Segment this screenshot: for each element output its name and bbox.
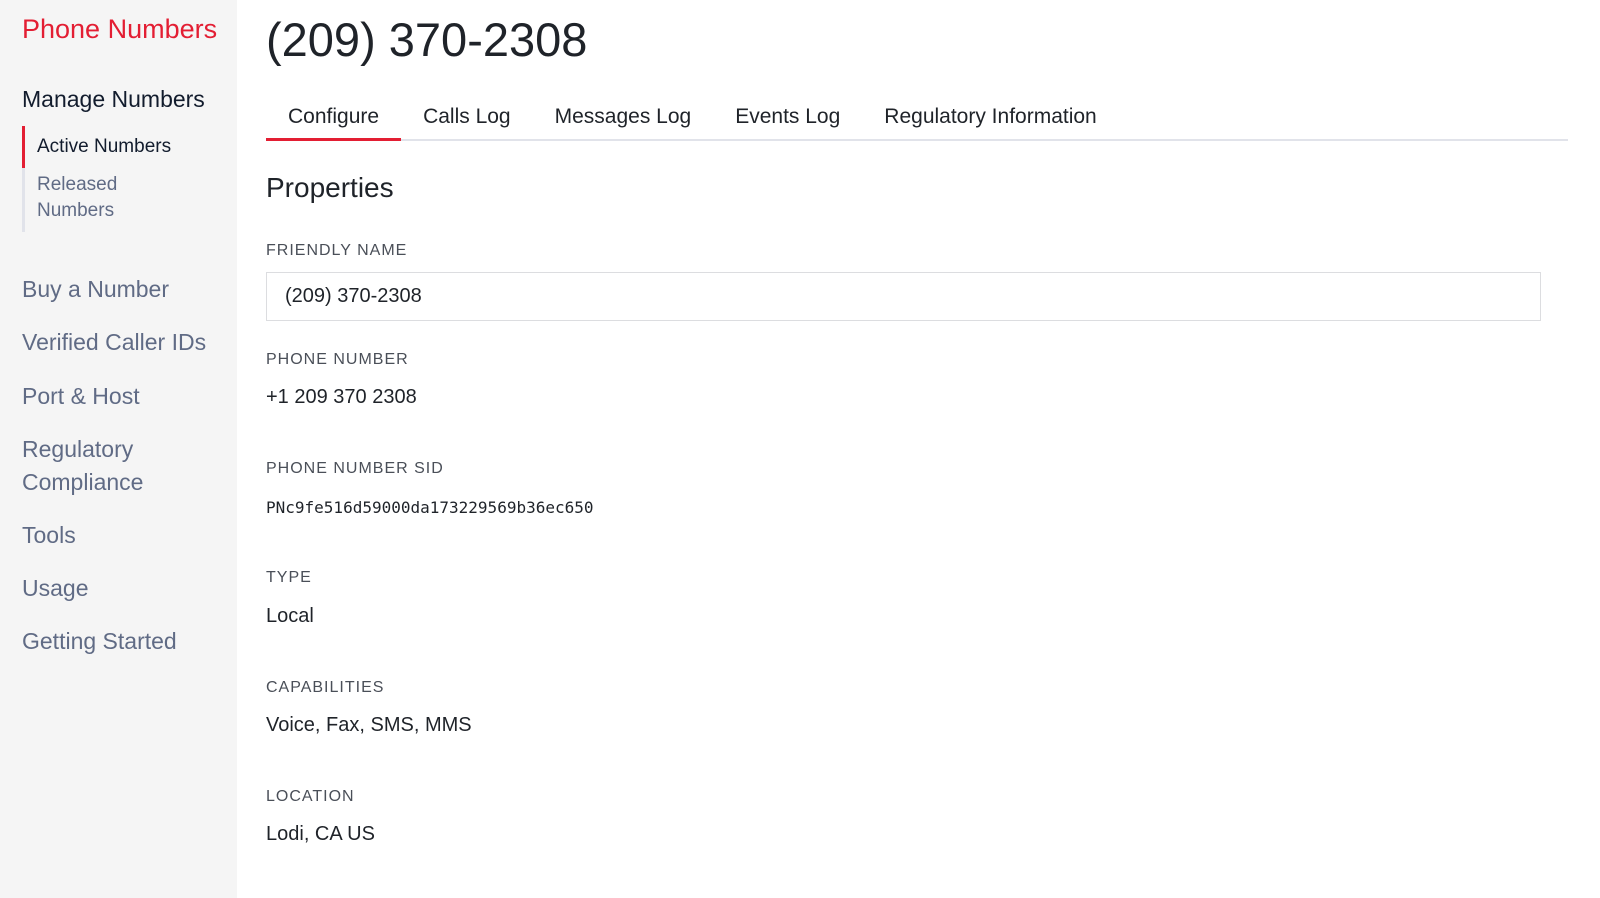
- sidebar-brand[interactable]: Phone Numbers: [22, 14, 217, 45]
- sidebar-item-verified-caller-ids[interactable]: Verified Caller IDs: [22, 326, 206, 359]
- sidebar-item-usage[interactable]: Usage: [22, 572, 88, 605]
- sidebar-section-manage-numbers[interactable]: Manage Numbers: [22, 86, 205, 113]
- type-value: Local: [266, 605, 314, 627]
- friendly-name-input[interactable]: (209) 370-2308: [266, 272, 1541, 321]
- phone-number-value: +1 209 370 2308: [266, 386, 417, 408]
- sidebar-item-buy-a-number[interactable]: Buy a Number: [22, 273, 169, 306]
- sidebar-item-tools[interactable]: Tools: [22, 519, 76, 552]
- tab-configure[interactable]: Configure: [266, 100, 402, 141]
- tab-messages-log[interactable]: Messages Log: [533, 100, 714, 141]
- sid-label: PHONE NUMBER SID: [266, 460, 444, 477]
- phone-number-label: PHONE NUMBER: [266, 351, 409, 368]
- sidebar: Phone Numbers Manage Numbers Active Numb…: [0, 0, 237, 898]
- tab-calls-log[interactable]: Calls Log: [401, 100, 533, 141]
- page-title: (209) 370-2308: [266, 13, 588, 66]
- sidebar-item-port-host[interactable]: Port & Host: [22, 380, 140, 413]
- sidebar-subnav: Active Numbers Released Numbers: [22, 126, 222, 232]
- sidebar-item-released-numbers[interactable]: Released Numbers: [25, 168, 135, 232]
- tab-regulatory-information[interactable]: Regulatory Information: [862, 100, 1118, 141]
- sidebar-item-regulatory-compliance[interactable]: Regulatory Compliance: [22, 433, 182, 499]
- sid-value: PNc9fe516d59000da173229569b36ec650: [266, 498, 594, 517]
- type-label: TYPE: [266, 569, 312, 586]
- section-heading: Properties: [266, 172, 394, 203]
- location-label: LOCATION: [266, 788, 355, 805]
- location-value: Lodi, CA US: [266, 823, 375, 845]
- capabilities-label: CAPABILITIES: [266, 679, 385, 696]
- tab-bar: Configure Calls Log Messages Log Events …: [266, 100, 1568, 141]
- capabilities-value: Voice, Fax, SMS, MMS: [266, 714, 472, 736]
- sidebar-item-active-numbers[interactable]: Active Numbers: [22, 126, 222, 168]
- friendly-name-label: FRIENDLY NAME: [266, 242, 408, 259]
- tab-events-log[interactable]: Events Log: [713, 100, 862, 141]
- sidebar-item-getting-started[interactable]: Getting Started: [22, 625, 177, 658]
